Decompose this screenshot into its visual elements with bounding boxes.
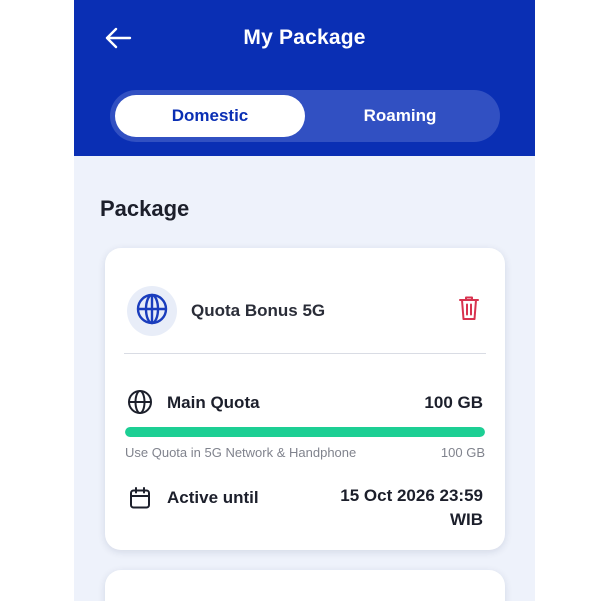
section-title: Package	[100, 196, 190, 221]
package-card[interactable]: Quota Bonus 5G Main Quota 100 GB Use Quo…	[105, 248, 505, 550]
usage-note: Use Quota in 5G Network & Handphone	[125, 445, 357, 460]
quota-progress-bar	[125, 427, 485, 437]
quota-progress-fill	[125, 427, 485, 437]
calendar-icon	[127, 485, 153, 511]
tab-domestic[interactable]: Domestic	[115, 95, 305, 137]
active-until-timezone: WIB	[449, 510, 483, 529]
tab-roaming[interactable]: Roaming	[305, 95, 495, 137]
page-title: My Package	[243, 26, 366, 49]
header-bar: My Package Domestic Roaming	[74, 0, 535, 156]
globe-icon	[135, 292, 169, 331]
main-quota-label: Main Quota	[167, 393, 260, 412]
package-name: Quota Bonus 5G	[191, 301, 326, 320]
app-screen: My Package Domestic Roaming Package Quot…	[74, 0, 535, 601]
package-icon-badge	[127, 286, 177, 336]
tab-switcher: Domestic Roaming	[110, 90, 500, 142]
active-until-value: 15 Oct 2026 23:59 WIB	[340, 484, 483, 532]
trash-icon	[458, 295, 480, 326]
delete-button[interactable]	[457, 296, 481, 324]
main-quota-value: 100 GB	[424, 393, 483, 412]
next-package-card[interactable]	[105, 570, 505, 601]
divider	[124, 353, 486, 354]
active-until-label: Active until	[167, 488, 259, 507]
active-until-date: 15 Oct 2026 23:59	[340, 486, 483, 505]
usage-value: 100 GB	[440, 445, 485, 460]
globe-icon	[127, 389, 153, 415]
